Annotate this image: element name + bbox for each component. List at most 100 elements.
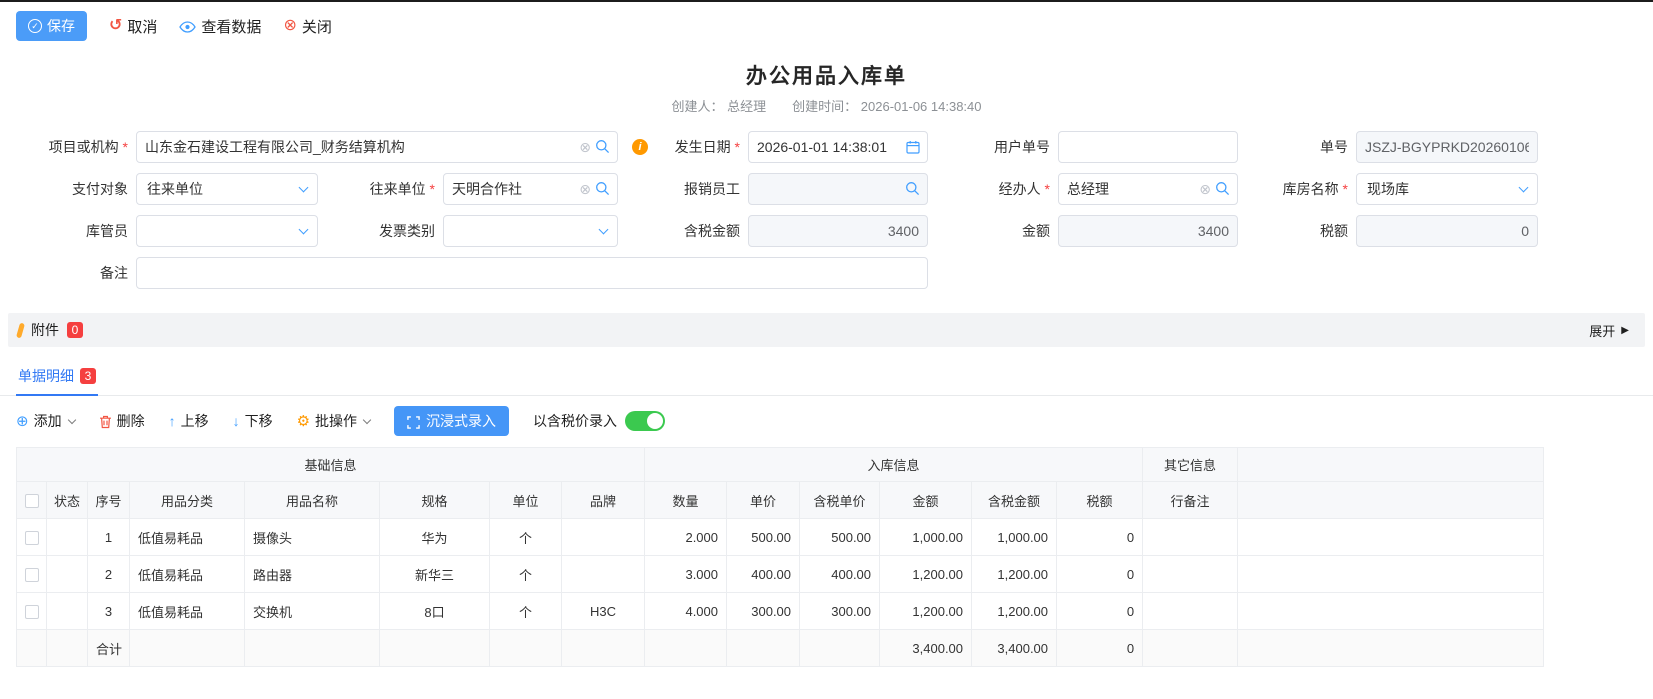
search-icon[interactable] — [595, 138, 610, 156]
delete-button[interactable]: 删除 — [99, 411, 145, 431]
cell-seq: 3 — [88, 593, 130, 630]
cell-status[interactable] — [47, 519, 88, 556]
cell-brand[interactable] — [562, 519, 645, 556]
cell-unit[interactable]: 个 — [490, 556, 562, 593]
search-icon[interactable] — [905, 180, 920, 198]
remark-input[interactable] — [136, 257, 928, 289]
clear-icon[interactable]: ⊗ — [579, 182, 591, 196]
cell-qty[interactable]: 2.000 — [645, 519, 727, 556]
page-title: 办公用品入库单 — [0, 60, 1653, 90]
cell-unit[interactable]: 个 — [490, 593, 562, 630]
cell-amount[interactable]: 1,200.00 — [880, 593, 972, 630]
view-data-button[interactable]: 查看数据 — [179, 16, 261, 37]
cell-name[interactable]: 交换机 — [245, 593, 380, 630]
info-icon[interactable]: i — [632, 139, 648, 155]
project-field: ⊗ i — [136, 131, 618, 163]
cell-price[interactable]: 500.00 — [727, 519, 800, 556]
cell-tax-price[interactable]: 400.00 — [800, 556, 880, 593]
cancel-button[interactable]: ↺ 取消 — [109, 16, 157, 37]
chevron-down-icon — [363, 415, 371, 423]
creator-label: 创建人： — [671, 99, 723, 114]
table-total-row: 合计 3,400.00 3,400.00 0 — [17, 630, 1544, 667]
row-checkbox[interactable] — [25, 605, 39, 619]
undo-icon: ↺ — [109, 18, 122, 34]
total-empty-cell — [645, 630, 727, 667]
immersive-entry-button[interactable]: 沉浸式录入 — [394, 406, 509, 436]
expand-arrow-icon: ▶ — [1621, 325, 1629, 336]
cell-status[interactable] — [47, 556, 88, 593]
select-all-checkbox[interactable] — [25, 494, 39, 508]
expand-button[interactable]: 展开 ▶ — [1589, 321, 1629, 340]
cell-brand[interactable]: H3C — [562, 593, 645, 630]
cell-status[interactable] — [47, 593, 88, 630]
created-time-value: 2026-01-06 14:38:40 — [861, 99, 982, 114]
cell-row-remark[interactable] — [1143, 519, 1238, 556]
cell-tax-amount[interactable]: 1,200.00 — [972, 556, 1057, 593]
cell-row-remark[interactable] — [1143, 556, 1238, 593]
pay-target-select[interactable]: 往来单位 — [136, 173, 318, 205]
total-empty-cell — [562, 630, 645, 667]
invoice-type-select[interactable] — [443, 215, 618, 247]
cell-spec[interactable]: 新华三 — [380, 556, 490, 593]
cell-brand[interactable] — [562, 556, 645, 593]
filler-cell — [1238, 630, 1544, 667]
search-icon[interactable] — [595, 180, 610, 198]
keeper-select[interactable] — [136, 215, 318, 247]
row-select-cell — [17, 593, 47, 630]
clear-icon[interactable]: ⊗ — [579, 140, 591, 154]
cell-row-remark[interactable] — [1143, 593, 1238, 630]
cell-category[interactable]: 低值易耗品 — [130, 593, 245, 630]
cell-unit[interactable]: 个 — [490, 519, 562, 556]
tax-entry-toggle[interactable] — [625, 411, 665, 431]
cell-tax-price[interactable]: 300.00 — [800, 593, 880, 630]
cell-tax[interactable]: 0 — [1057, 519, 1143, 556]
batch-operation-button[interactable]: ⚙ 批操作 — [297, 411, 370, 431]
add-button[interactable]: ⊕ 添加 — [16, 411, 75, 431]
cell-spec[interactable]: 8口 — [380, 593, 490, 630]
cell-tax-amount[interactable]: 1,000.00 — [972, 519, 1057, 556]
cell-amount[interactable]: 1,200.00 — [880, 556, 972, 593]
row-checkbox[interactable] — [25, 531, 39, 545]
move-down-button[interactable]: ↓ 下移 — [233, 411, 273, 431]
cell-price[interactable]: 400.00 — [727, 556, 800, 593]
col-tax-amount: 含税金额 — [972, 482, 1057, 519]
cell-qty[interactable]: 4.000 — [645, 593, 727, 630]
user-doc-no-input[interactable] — [1058, 131, 1238, 163]
cell-tax[interactable]: 0 — [1057, 593, 1143, 630]
table-row: 2 低值易耗品 路由器 新华三 个 3.000 400.00 400.00 1,… — [17, 556, 1544, 593]
detail-tabs: 单据明细 3 — [0, 361, 1653, 396]
calendar-icon[interactable] — [906, 138, 920, 156]
cell-tax-price[interactable]: 500.00 — [800, 519, 880, 556]
cell-amount[interactable]: 1,000.00 — [880, 519, 972, 556]
pay-target-label: 支付对象 — [8, 179, 136, 199]
cell-tax[interactable]: 0 — [1057, 556, 1143, 593]
cell-name[interactable]: 摄像头 — [245, 519, 380, 556]
tax-entry-label: 以含税价录入 — [533, 411, 617, 431]
row-checkbox[interactable] — [25, 568, 39, 582]
cell-qty[interactable]: 3.000 — [645, 556, 727, 593]
warehouse-value: 现场库 — [1367, 179, 1409, 199]
move-up-button[interactable]: ↑ 上移 — [169, 411, 209, 431]
cell-price[interactable]: 300.00 — [727, 593, 800, 630]
cell-category[interactable]: 低值易耗品 — [130, 519, 245, 556]
cell-spec[interactable]: 华为 — [380, 519, 490, 556]
project-input[interactable] — [136, 131, 618, 163]
created-time-info: 创建时间： 2026-01-06 14:38:40 — [792, 96, 981, 115]
search-icon[interactable] — [1215, 180, 1230, 198]
partner-label: 往来单位 — [318, 179, 443, 199]
user-doc-no-field — [1058, 131, 1238, 163]
cell-tax-amount[interactable]: 1,200.00 — [972, 593, 1057, 630]
save-button[interactable]: ✓ 保存 — [16, 11, 87, 41]
occur-date-input[interactable] — [748, 131, 928, 163]
cell-category[interactable]: 低值易耗品 — [130, 556, 245, 593]
col-spec: 规格 — [380, 482, 490, 519]
warehouse-select[interactable]: 现场库 — [1356, 173, 1538, 205]
cell-name[interactable]: 路由器 — [245, 556, 380, 593]
close-button[interactable]: ⊗ 关闭 — [283, 16, 331, 37]
tab-detail[interactable]: 单据明细 3 — [16, 361, 98, 396]
col-unit: 单位 — [490, 482, 562, 519]
creator-value: 总经理 — [727, 99, 766, 114]
table-column-header-row: 状态 序号 用品分类 用品名称 规格 单位 品牌 数量 单价 含税单价 金额 含… — [17, 482, 1544, 519]
clear-icon[interactable]: ⊗ — [1199, 182, 1211, 196]
reimburse-employee-input[interactable] — [748, 173, 928, 205]
